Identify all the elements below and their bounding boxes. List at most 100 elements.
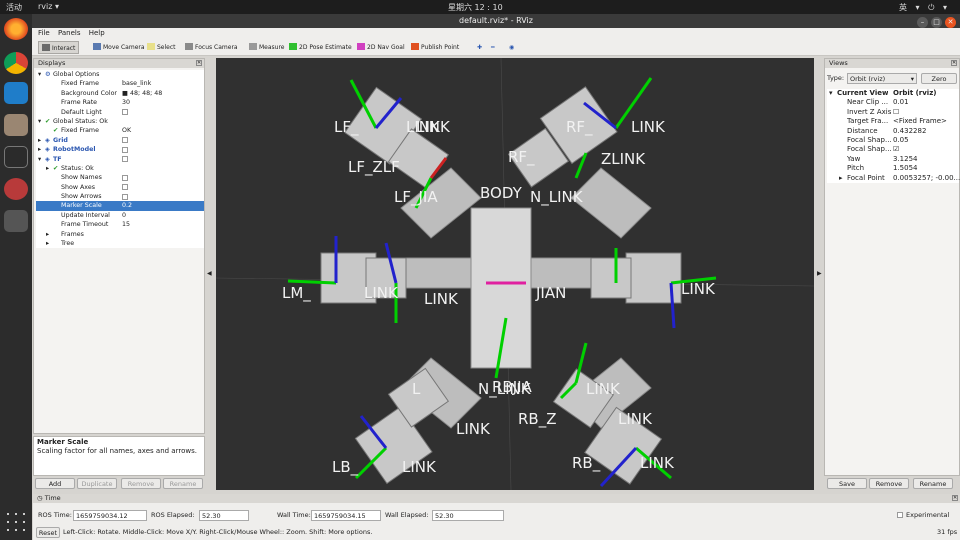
duplicate-display-button[interactable]: Duplicate — [77, 478, 117, 489]
display-value[interactable]: 0 — [122, 211, 126, 220]
display-row-robotmodel[interactable]: ▸ ◈RobotModel ☑ — [36, 145, 204, 154]
display-value[interactable]: 0.2 — [122, 201, 132, 210]
wall-time-field[interactable]: 1659759034.15 — [311, 510, 381, 521]
clock[interactable]: 星期六 12 : 10 — [448, 2, 503, 13]
view-type-select[interactable]: Orbit (rviz) ▾ — [847, 73, 917, 84]
view-value[interactable]: 1.5054 — [893, 164, 918, 173]
tree-arrow-icon[interactable]: ▸ — [46, 230, 49, 239]
tool-properties-icon[interactable]: ◉ — [506, 41, 517, 54]
display-row-background-color[interactable]: Background Color ■ 48; 48; 48 — [36, 89, 204, 98]
display-row-show-arrows[interactable]: Show Arrows ☑ — [36, 192, 204, 201]
view-value[interactable]: 0.01 — [893, 98, 909, 107]
view-value[interactable]: 0.0053257; -0.00... — [893, 174, 960, 183]
tree-arrow-icon[interactable]: ▾ — [38, 117, 41, 126]
tool-select[interactable]: Select — [144, 41, 179, 54]
ros-elapsed-field[interactable]: 52.30 — [199, 510, 249, 521]
display-checkbox[interactable]: ☑ — [122, 109, 128, 116]
display-value[interactable]: base_link — [122, 79, 151, 88]
ros-time-field[interactable]: 1659759034.12 — [73, 510, 147, 521]
menu-file[interactable]: File — [38, 28, 50, 39]
tree-arrow-icon[interactable]: ▸ — [38, 136, 41, 145]
display-row-tf[interactable]: ▾ ◈TF ☑ — [36, 155, 204, 164]
display-row-frames[interactable]: ▸ Frames — [36, 230, 204, 239]
activities-button[interactable]: 活动 — [6, 2, 22, 13]
display-row-frame-rate[interactable]: Frame Rate 30 — [36, 98, 204, 107]
tool-interact[interactable]: Interact — [38, 41, 80, 54]
tree-arrow-icon[interactable]: ▸ — [46, 239, 49, 248]
rename-view-button[interactable]: Rename — [913, 478, 953, 489]
view-value[interactable]: <Fixed Frame> — [893, 117, 947, 126]
rviz-icon[interactable] — [4, 210, 28, 232]
close-panel-icon[interactable]: ✕ — [952, 495, 958, 501]
display-row-global-options[interactable]: ▾ ⚙ Global Options — [36, 70, 204, 79]
maximize-button[interactable]: □ — [931, 17, 942, 28]
display-checkbox[interactable]: ☑ — [122, 146, 128, 153]
display-row-tree[interactable]: ▸ Tree — [36, 239, 204, 248]
tool-move-camera[interactable]: Move Camera — [90, 41, 148, 54]
tool-publish-point[interactable]: Publish Point — [408, 41, 462, 54]
display-row-frame-timeout[interactable]: Frame Timeout 15 — [36, 220, 204, 229]
display-checkbox[interactable]: ☑ — [122, 193, 128, 200]
tree-arrow-icon[interactable]: ▾ — [38, 155, 41, 164]
app-menu[interactable]: rviz ▾ — [38, 2, 59, 11]
firefox-icon[interactable] — [4, 18, 28, 40]
terminal-icon[interactable] — [4, 146, 28, 168]
view-value[interactable]: 0.432282 — [893, 127, 926, 136]
view-row-near-clip-[interactable]: Near Clip ... 0.01 — [827, 98, 959, 107]
display-value[interactable]: ■ 48; 48; 48 — [122, 89, 162, 98]
display-value[interactable]: OK — [122, 126, 131, 135]
minimize-button[interactable]: – — [917, 17, 928, 28]
remove-display-button[interactable]: Remove — [121, 478, 161, 489]
view-row-distance[interactable]: Distance 0.432282 — [827, 127, 959, 136]
view-row-invert-z-axis[interactable]: Invert Z Axis ☐ — [827, 108, 959, 117]
display-checkbox[interactable]: ☑ — [122, 156, 128, 163]
menu-help[interactable]: Help — [89, 28, 105, 39]
wall-elapsed-field[interactable]: 52.30 — [432, 510, 504, 521]
close-panel-icon[interactable]: ✕ — [196, 60, 202, 66]
view-value[interactable]: ☐ — [893, 108, 899, 117]
chrome-icon[interactable] — [4, 52, 28, 74]
tree-arrow-icon[interactable]: ▾ — [829, 89, 833, 98]
view-value[interactable]: 3.1254 — [893, 155, 918, 164]
remove-view-button[interactable]: Remove — [869, 478, 909, 489]
system-tray[interactable]: 英 ▾ ⏻ ▾ — [899, 2, 950, 13]
view-row-yaw[interactable]: Yaw 3.1254 — [827, 155, 959, 164]
tree-arrow-icon[interactable]: ▾ — [38, 70, 41, 79]
tool-focus-camera[interactable]: Focus Camera — [182, 41, 241, 54]
display-row-default-light[interactable]: Default Light ☑ — [36, 108, 204, 117]
save-view-button[interactable]: Save — [827, 478, 867, 489]
left-splitter[interactable]: ◀ — [206, 58, 214, 490]
display-row-fixed-frame[interactable]: Fixed Frame base_link — [36, 79, 204, 88]
show-apps-icon[interactable] — [4, 510, 28, 532]
close-button[interactable]: ✕ — [945, 17, 956, 28]
view-row-focal-point[interactable]: ▸ Focal Point 0.0053257; -0.00... — [827, 174, 960, 183]
display-row-show-names[interactable]: Show Names ☑ — [36, 173, 204, 182]
tree-arrow-icon[interactable]: ▸ — [839, 174, 843, 183]
display-row-update-interval[interactable]: Update Interval 0 — [36, 211, 204, 220]
display-value[interactable]: 15 — [122, 220, 130, 229]
view-value[interactable]: ☑ — [893, 145, 899, 154]
display-row-show-axes[interactable]: Show Axes ☑ — [36, 183, 204, 192]
current-view-row[interactable]: ▾ Current View Orbit (rviz) — [827, 89, 959, 98]
files-icon[interactable] — [4, 114, 28, 136]
tree-arrow-icon[interactable]: ▸ — [38, 145, 41, 154]
reset-button[interactable]: Reset — [36, 527, 60, 538]
tool-2d-nav-goal[interactable]: 2D Nav Goal — [354, 41, 408, 54]
display-value[interactable]: 30 — [122, 98, 130, 107]
display-checkbox[interactable]: ☑ — [122, 174, 128, 181]
display-checkbox[interactable]: ☑ — [122, 184, 128, 191]
add-tool-icon[interactable]: ✚ — [474, 41, 485, 54]
display-checkbox[interactable]: ☑ — [122, 137, 128, 144]
remove-tool-icon[interactable]: ━ — [488, 41, 498, 54]
vscode-icon[interactable] — [4, 82, 28, 104]
display-row-marker-scale[interactable]: Marker Scale 0.2 — [36, 201, 204, 211]
display-row-global-status-ok[interactable]: ▾ ✔ Global Status: Ok — [36, 117, 204, 126]
rename-display-button[interactable]: Rename — [163, 478, 203, 489]
right-splitter[interactable]: ▶ — [816, 58, 824, 490]
3d-render-view[interactable]: LF_ LINK LF_ZLF LINK LF_JIA BODY N_LINK RF_ LINK… — [216, 58, 814, 490]
zero-button[interactable]: Zero — [921, 73, 957, 84]
display-row-fixed-frame[interactable]: ✔ Fixed Frame OK — [36, 126, 204, 135]
window-title-bar[interactable]: default.rviz* - RViz – □ ✕ — [32, 14, 960, 28]
display-row-grid[interactable]: ▸ ◈Grid ☑ — [36, 136, 204, 145]
display-row-status-ok[interactable]: ▸ ✔ Status: Ok — [36, 164, 204, 173]
